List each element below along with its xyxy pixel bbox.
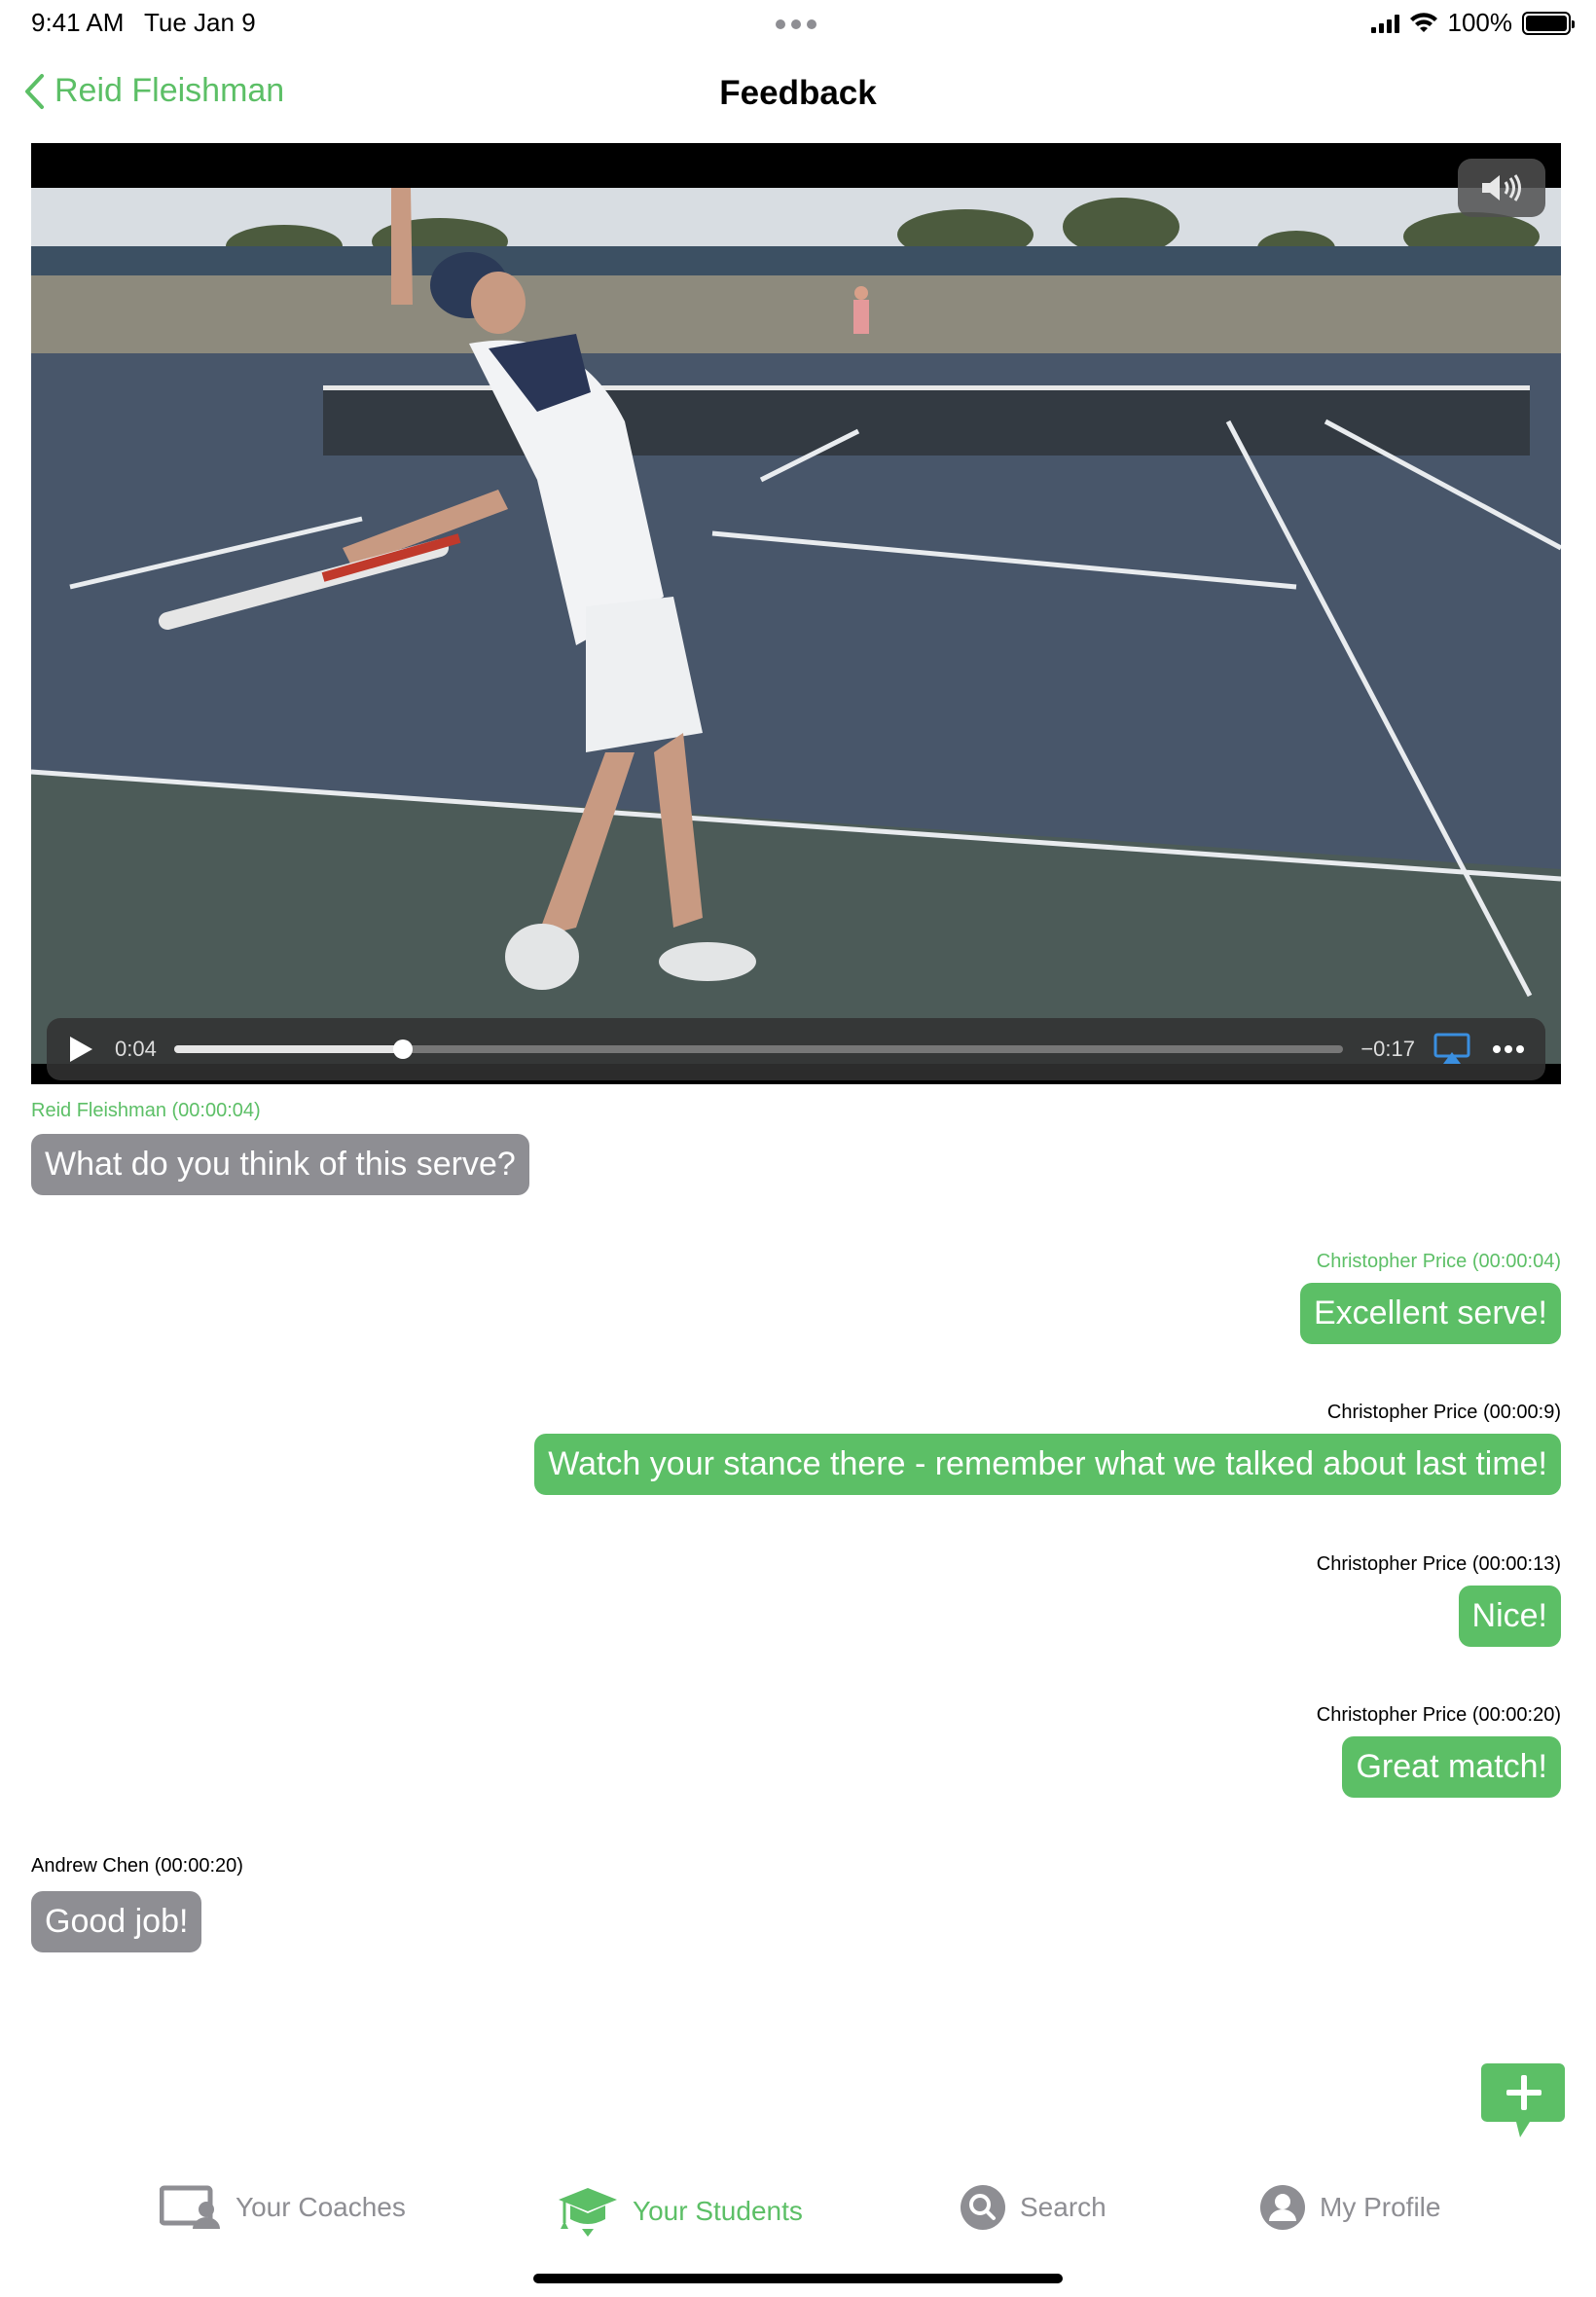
message-bubble[interactable]: Good job! — [31, 1891, 202, 1952]
tab-label: Your Coaches — [236, 2192, 406, 2222]
chat-message: Reid Fleishman (00:00:04) What do you th… — [31, 1100, 529, 1195]
status-date: Tue Jan 9 — [144, 8, 256, 37]
message-bubble[interactable]: Nice! — [1458, 1586, 1561, 1647]
tab-your-students[interactable]: Your Students — [557, 2184, 803, 2239]
more-options-button[interactable] — [1489, 1030, 1528, 1069]
chat-message: Christopher Price (00:00:9) Watch your s… — [534, 1402, 1561, 1495]
message-author: Andrew Chen (00:00:20) — [31, 1855, 243, 1877]
navigation-bar: Reid Fleishman Feedback — [0, 58, 1596, 136]
tab-label: My Profile — [1320, 2192, 1441, 2222]
play-icon — [70, 1037, 92, 1062]
chat-message: Christopher Price (00:00:20) Great match… — [1317, 1704, 1561, 1798]
search-icon — [961, 2185, 1005, 2230]
video-frame — [31, 188, 1561, 1064]
remaining-time: −0:17 — [1360, 1037, 1415, 1061]
message-bubble[interactable]: Excellent serve! — [1300, 1283, 1561, 1344]
message-bubble[interactable]: Great match! — [1342, 1736, 1561, 1798]
tab-my-profile[interactable]: My Profile — [1259, 2184, 1440, 2231]
tennis-court-scene — [31, 188, 1561, 1064]
status-bar: 9:41 AM Tue Jan 9 100% — [0, 0, 1596, 49]
coaches-icon — [160, 2185, 220, 2229]
elapsed-time: 0:04 — [115, 1037, 157, 1061]
tab-label: Search — [1020, 2192, 1106, 2222]
message-author: Christopher Price (00:00:13) — [1316, 1553, 1561, 1575]
wifi-icon — [1409, 12, 1437, 32]
ellipsis-icon — [1493, 1045, 1524, 1053]
chat-message: Christopher Price (00:00:13) Nice! — [1317, 1553, 1561, 1647]
add-comment-button[interactable] — [1481, 2061, 1565, 2139]
speaker-volume-icon — [1482, 174, 1521, 201]
tab-label: Your Students — [633, 2196, 803, 2226]
message-author: Christopher Price (00:00:9) — [1326, 1402, 1561, 1423]
play-button[interactable] — [64, 1033, 97, 1066]
battery-icon — [1522, 11, 1575, 35]
chat-message: Andrew Chen (00:00:20) Good job! — [31, 1855, 243, 1952]
playback-scrubber[interactable] — [173, 1039, 1344, 1059]
message-author: Christopher Price (00:00:04) — [1316, 1251, 1561, 1272]
profile-icon — [1260, 2185, 1305, 2230]
message-author: Christopher Price (00:00:20) — [1316, 1704, 1561, 1726]
airplay-icon — [1433, 1033, 1470, 1064]
graduation-cap-icon — [559, 2188, 617, 2237]
battery-percent: 100% — [1447, 8, 1513, 37]
message-bubble[interactable]: What do you think of this serve? — [31, 1134, 529, 1195]
volume-button[interactable] — [1458, 159, 1545, 217]
message-author: Reid Fleishman (00:00:04) — [31, 1100, 261, 1121]
tab-bar: Your Coaches Your Students Search My Pro… — [0, 2180, 1596, 2258]
tab-your-coaches[interactable]: Your Coaches — [160, 2184, 406, 2231]
message-bubble[interactable]: Watch your stance there - remember what … — [534, 1434, 1561, 1495]
video-player[interactable]: 0:04 −0:17 — [31, 143, 1561, 1084]
multitasking-dots-icon[interactable] — [776, 19, 816, 29]
airplay-button[interactable] — [1433, 1030, 1471, 1069]
page-title: Feedback — [719, 74, 877, 112]
status-indicators: 100% — [1370, 8, 1575, 38]
status-time: 9:41 AM — [31, 8, 125, 37]
add-comment-icon — [1481, 2063, 1565, 2137]
scrubber-handle[interactable] — [393, 1039, 414, 1059]
tab-search[interactable]: Search — [960, 2184, 1106, 2231]
cellular-signal-icon — [1370, 14, 1399, 33]
scrubber-progress — [173, 1045, 404, 1053]
playback-controls: 0:04 −0:17 — [47, 1018, 1545, 1080]
home-indicator[interactable] — [533, 2274, 1063, 2283]
chat-message: Christopher Price (00:00:04) Excellent s… — [1300, 1251, 1561, 1344]
